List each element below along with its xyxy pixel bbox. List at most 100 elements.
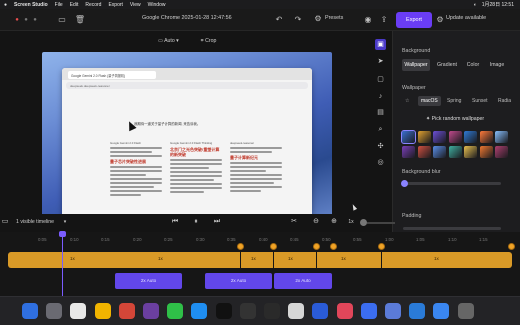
wallpaper-swatch[interactable] [495,131,508,143]
tab-gradient[interactable]: Gradient [433,59,461,71]
dock-app-openai-icon[interactable] [215,303,232,319]
cut-marker-icon[interactable] [330,243,337,250]
timeline-zoom-knob[interactable] [360,219,367,226]
dock-app-cursor-icon[interactable] [264,303,280,319]
dock-app-launchpad-icon[interactable] [46,303,63,319]
wallpaper-tab-spring[interactable]: Spring [447,96,461,106]
captions-tool-icon[interactable]: ▤ [375,107,386,118]
timeline-zoom-slider[interactable] [367,222,395,224]
chevron-down-icon[interactable]: ▾ [60,217,70,227]
zoom-out-icon[interactable]: ⊖ [311,217,321,227]
zoom-clip[interactable]: 2x Auto [205,273,272,289]
menu-window[interactable]: Window [148,2,166,8]
redo-icon[interactable]: ↷ [292,14,304,26]
menu-app-name[interactable]: Screen Studio [14,2,48,8]
skip-back-icon[interactable]: ⏮ [170,217,180,227]
wallpaper-swatch[interactable] [402,146,415,158]
play-pause-icon[interactable]: ⏸ [191,217,201,227]
clip-segment[interactable]: 1x [317,252,381,268]
dock-app-chatgpt-icon[interactable] [70,303,87,319]
dock-app-chrome-icon[interactable] [94,303,111,319]
wallpaper-swatch[interactable] [448,131,462,143]
dock-app-wechat-icon[interactable] [167,303,184,319]
trash-icon[interactable]: 🗑 [74,14,86,26]
clip-segment[interactable]: 1x [241,252,273,268]
zoom-clip[interactable]: 2x Auto [274,273,332,289]
pick-random-wallpaper-button[interactable]: ✦ Pick random wallpaper [400,112,510,126]
dock-app-arc-icon[interactable] [288,303,305,319]
tab-image[interactable]: Image [486,59,508,71]
wallpaper-swatch[interactable] [479,131,493,143]
wallpaper-swatch[interactable] [448,146,462,158]
wallpaper-swatch[interactable] [417,131,431,143]
effects-tool-icon[interactable]: ✣ [375,141,386,152]
cut-marker-icon[interactable] [237,243,244,250]
cut-marker-icon[interactable] [270,243,277,250]
background-blur-knob[interactable] [401,180,408,187]
dock-app-trash-icon[interactable] [457,303,474,319]
sidebar-toggle-icon[interactable]: ▭ [56,14,68,26]
zoom-window-icon[interactable]: ● [29,14,41,26]
star-favorites-icon[interactable]: ☆ [405,96,409,106]
wallpaper-swatch[interactable] [464,131,477,143]
hide-tool-icon[interactable]: ◎ [375,157,386,168]
wallpaper-tab-radial[interactable]: Radia [498,96,511,106]
cut-scissors-icon[interactable]: ✂ [289,217,299,227]
dock-app-grid-icon[interactable] [385,303,401,319]
cut-marker-icon[interactable] [313,243,320,250]
tab-wallpaper[interactable]: Wallpaper [402,59,430,71]
dock-app-code-icon[interactable] [409,303,426,319]
zoom-tool-icon[interactable]: ⌕ [375,124,386,135]
dock-app-finder-icon[interactable] [22,303,38,319]
dock-app-terminal-icon[interactable] [239,303,256,319]
menubar-clock[interactable]: 1月28日 12:51 [482,1,514,8]
padding-slider[interactable] [403,227,501,230]
dock-app-gmail-icon[interactable] [118,303,135,319]
zoom-clip[interactable]: 2x Auto [115,273,182,289]
wallpaper-swatch[interactable] [417,146,431,158]
skip-forward-icon[interactable]: ⏭ [212,217,222,227]
export-button[interactable]: Export [396,12,432,28]
camera-tool-icon[interactable]: ▢ [375,74,386,85]
wallpaper-swatch[interactable] [479,146,493,158]
dock-app-music-icon[interactable] [336,303,353,319]
wallpaper-swatch[interactable] [401,130,416,144]
wallpaper-swatch[interactable] [433,131,446,143]
cut-marker-icon[interactable] [508,243,515,250]
cursor-tool-icon[interactable]: ➤ [375,56,386,67]
dock-app-obsidian-icon[interactable] [143,303,159,319]
dock-app-chat-icon[interactable] [360,303,377,319]
wallpaper-swatch[interactable] [433,146,446,158]
playhead-handle[interactable] [59,231,66,237]
wallpaper-tab-sunset[interactable]: Sunset [472,96,488,106]
zoom-in-icon[interactable]: ⊕ [329,217,339,227]
presets-dropdown[interactable]: Presets [325,15,343,21]
menu-view[interactable]: View [130,2,141,8]
share-icon[interactable]: ⇪ [378,14,390,26]
clip-segment[interactable]: 1x [382,252,512,268]
control-center-icon[interactable]: ◐ [474,2,477,8]
dock-app-safari-icon[interactable] [191,303,208,319]
wallpaper-tab-macos[interactable]: macOS [418,96,441,106]
clip-segment[interactable]: 1x 1x [8,252,240,268]
update-available-link[interactable]: Update available [446,15,486,21]
preview-eye-icon[interactable]: ◉ [362,14,374,26]
dock-app-mail-icon[interactable] [433,303,450,319]
aspect-ratio-dropdown[interactable]: ▭ Auto ▾ [158,38,179,45]
timeline-layout-icon[interactable]: ▭ [0,217,10,227]
undo-icon[interactable]: ↶ [273,14,285,26]
tab-color[interactable]: Color [463,59,483,71]
menu-record[interactable]: Record [85,2,101,8]
menu-export[interactable]: Export [108,2,122,8]
menu-edit[interactable]: Edit [70,2,79,8]
speed-label[interactable]: 1x [346,217,356,227]
playhead[interactable] [62,232,63,296]
clip-segment[interactable]: 1x [274,252,316,268]
recorded-browser-window[interactable]: Google Gemini 2.0 Flash (量子简报机) deepseek… [62,68,312,224]
apple-icon[interactable]: ● [4,2,7,8]
dock-app-clips-icon[interactable] [312,303,329,319]
wallpaper-swatch[interactable] [495,146,508,158]
crop-button[interactable]: ⌗ Crop [201,38,217,45]
menu-file[interactable]: File [55,2,63,8]
wallpaper-swatch[interactable] [464,146,477,158]
